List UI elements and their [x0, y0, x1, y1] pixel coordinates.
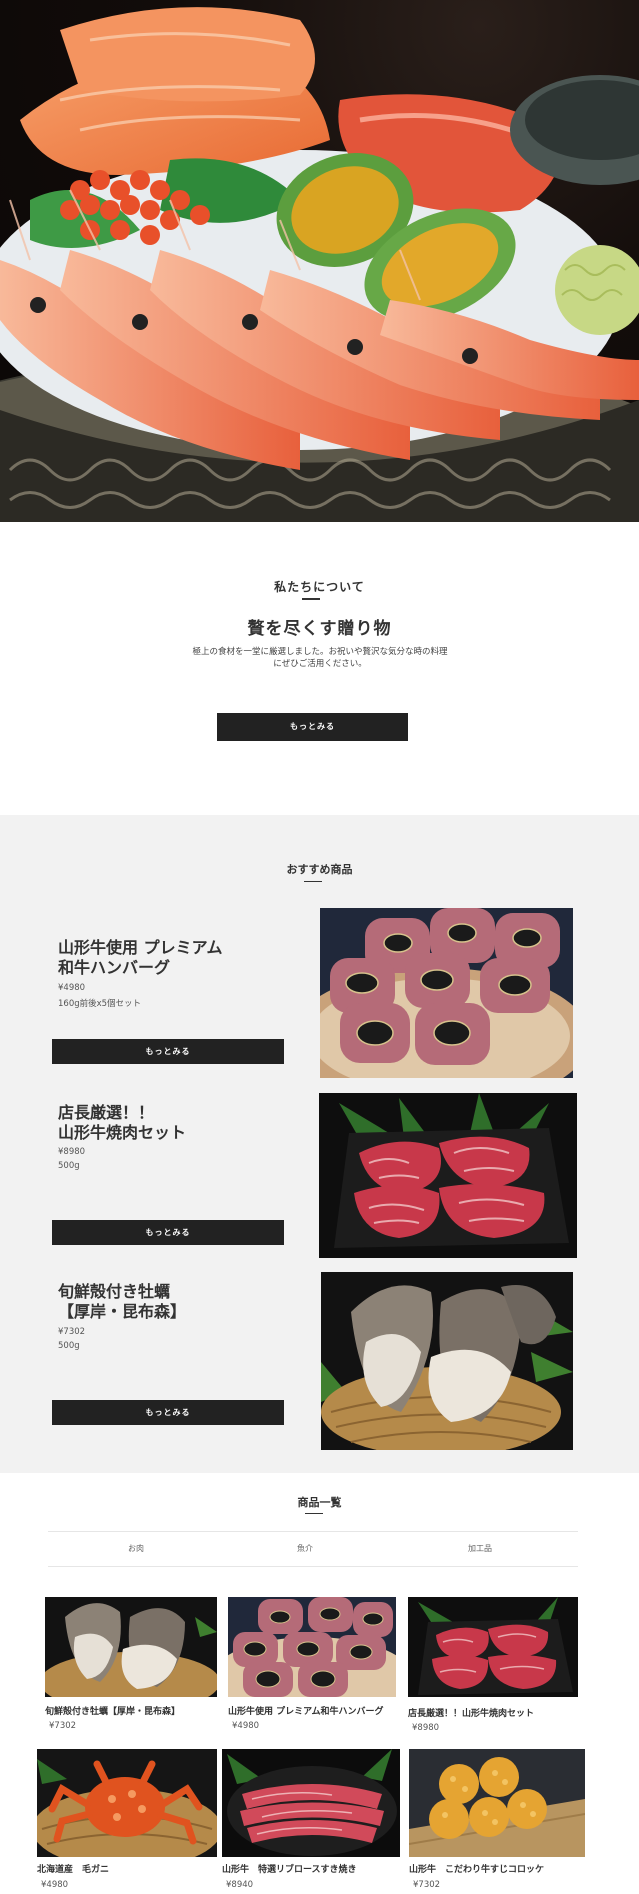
featured-item-price: ¥7302 — [58, 1327, 86, 1337]
product-list-section: 商品一覧 お肉 魚介 加工品 旬鮮殻付き牡蠣【厚岸・昆布森】 ¥7302 山形牛… — [0, 1473, 639, 1894]
yakiniku-beef-image[interactable] — [408, 1597, 578, 1697]
hero-image — [0, 0, 639, 522]
product-price: ¥8940 — [226, 1880, 254, 1890]
product-card[interactable]: 旬鮮殻付き牡蠣【厚岸・昆布森】 ¥7302 — [45, 1597, 217, 1737]
featured-item-price: ¥4980 — [58, 983, 86, 993]
product-name[interactable]: 山形牛使用 プレミアム和牛ハンバーグ — [228, 1704, 384, 1717]
title-divider — [305, 1513, 323, 1514]
product-card[interactable]: 山形牛使用 プレミアム和牛ハンバーグ ¥4980 — [228, 1597, 396, 1737]
sukiyaki-beef-image[interactable] — [222, 1749, 400, 1857]
tab-seafood[interactable]: 魚介 — [245, 1532, 365, 1566]
featured-item-note: 500g — [58, 1341, 80, 1351]
featured-title: おすすめ商品 — [286, 863, 353, 876]
product-card[interactable]: 店長厳選！！山形牛焼肉セット ¥8980 — [408, 1597, 578, 1737]
product-card[interactable]: 山形牛 特選リブロースすき焼き ¥8940 — [222, 1749, 400, 1894]
oysters-image[interactable] — [45, 1597, 217, 1697]
product-name[interactable]: 店長厳選！！山形牛焼肉セット — [408, 1706, 534, 1719]
featured-item-price: ¥8980 — [58, 1147, 86, 1157]
product-price: ¥4980 — [41, 1880, 69, 1890]
title-divider — [304, 881, 322, 882]
product-card[interactable]: 山形牛 こだわり牛すじコロッケ ¥7302 — [409, 1749, 585, 1894]
product-list-title: 商品一覧 — [297, 1496, 342, 1509]
featured-section: おすすめ商品 山形牛使用 プレミアム 和牛ハンバーグ ¥4980 160g前後x… — [0, 815, 639, 1473]
featured-item-note: 160g前後x5個セット — [58, 999, 142, 1009]
about-headline: 贅を尽くす贈り物 — [247, 619, 392, 639]
hamburg-steak-image[interactable] — [320, 908, 573, 1078]
featured-more-button[interactable]: もっとみる — [52, 1220, 284, 1245]
croquette-image[interactable] — [409, 1749, 585, 1857]
featured-item-name[interactable]: 店長厳選！！ 山形牛焼肉セット — [58, 1103, 186, 1143]
about-section: 私たちについて 贅を尽くす贈り物 極上の食材を一堂に厳選しました。お祝いや贅沢な… — [0, 522, 639, 815]
product-name[interactable]: 山形牛 こだわり牛すじコロッケ — [409, 1862, 544, 1875]
about-more-button[interactable]: もっとみる — [217, 713, 408, 741]
product-price: ¥4980 — [232, 1721, 260, 1731]
category-tabs: お肉 魚介 加工品 — [48, 1531, 578, 1567]
product-name[interactable]: 山形牛 特選リブロースすき焼き — [222, 1862, 357, 1875]
product-card[interactable]: 北海道産 毛ガニ ¥4980 — [37, 1749, 217, 1894]
featured-item: 店長厳選！！ 山形牛焼肉セット ¥8980 500g もっとみる — [0, 1093, 639, 1258]
tab-processed[interactable]: 加工品 — [420, 1532, 540, 1566]
product-price: ¥7302 — [49, 1721, 77, 1731]
hamburg-steak-image[interactable] — [228, 1597, 396, 1697]
featured-item-name[interactable]: 旬鮮殻付き牡蠣 【厚岸・昆布森】 — [58, 1282, 186, 1322]
about-description: 極上の食材を一堂に厳選しました。お祝いや贅沢な気分な時の料理にぜひご活用ください… — [192, 647, 448, 669]
hairy-crab-image[interactable] — [37, 1749, 217, 1857]
tab-meat[interactable]: お肉 — [76, 1532, 196, 1566]
featured-more-button[interactable]: もっとみる — [52, 1400, 284, 1425]
title-divider — [302, 598, 320, 600]
featured-more-button[interactable]: もっとみる — [52, 1039, 284, 1064]
featured-item: 旬鮮殻付き牡蠣 【厚岸・昆布森】 ¥7302 500g もっとみる — [0, 1272, 639, 1450]
featured-item-note: 500g — [58, 1161, 80, 1171]
about-eyebrow: 私たちについて — [274, 580, 365, 594]
featured-item: 山形牛使用 プレミアム 和牛ハンバーグ ¥4980 160g前後x5個セット も… — [0, 908, 639, 1078]
yakiniku-beef-image[interactable] — [319, 1093, 577, 1258]
oysters-image[interactable] — [321, 1272, 573, 1450]
product-name[interactable]: 旬鮮殻付き牡蠣【厚岸・昆布森】 — [45, 1704, 180, 1717]
product-price: ¥7302 — [413, 1880, 441, 1890]
product-price: ¥8980 — [412, 1723, 440, 1733]
product-name[interactable]: 北海道産 毛ガニ — [37, 1862, 109, 1875]
featured-item-name[interactable]: 山形牛使用 プレミアム 和牛ハンバーグ — [58, 938, 222, 978]
